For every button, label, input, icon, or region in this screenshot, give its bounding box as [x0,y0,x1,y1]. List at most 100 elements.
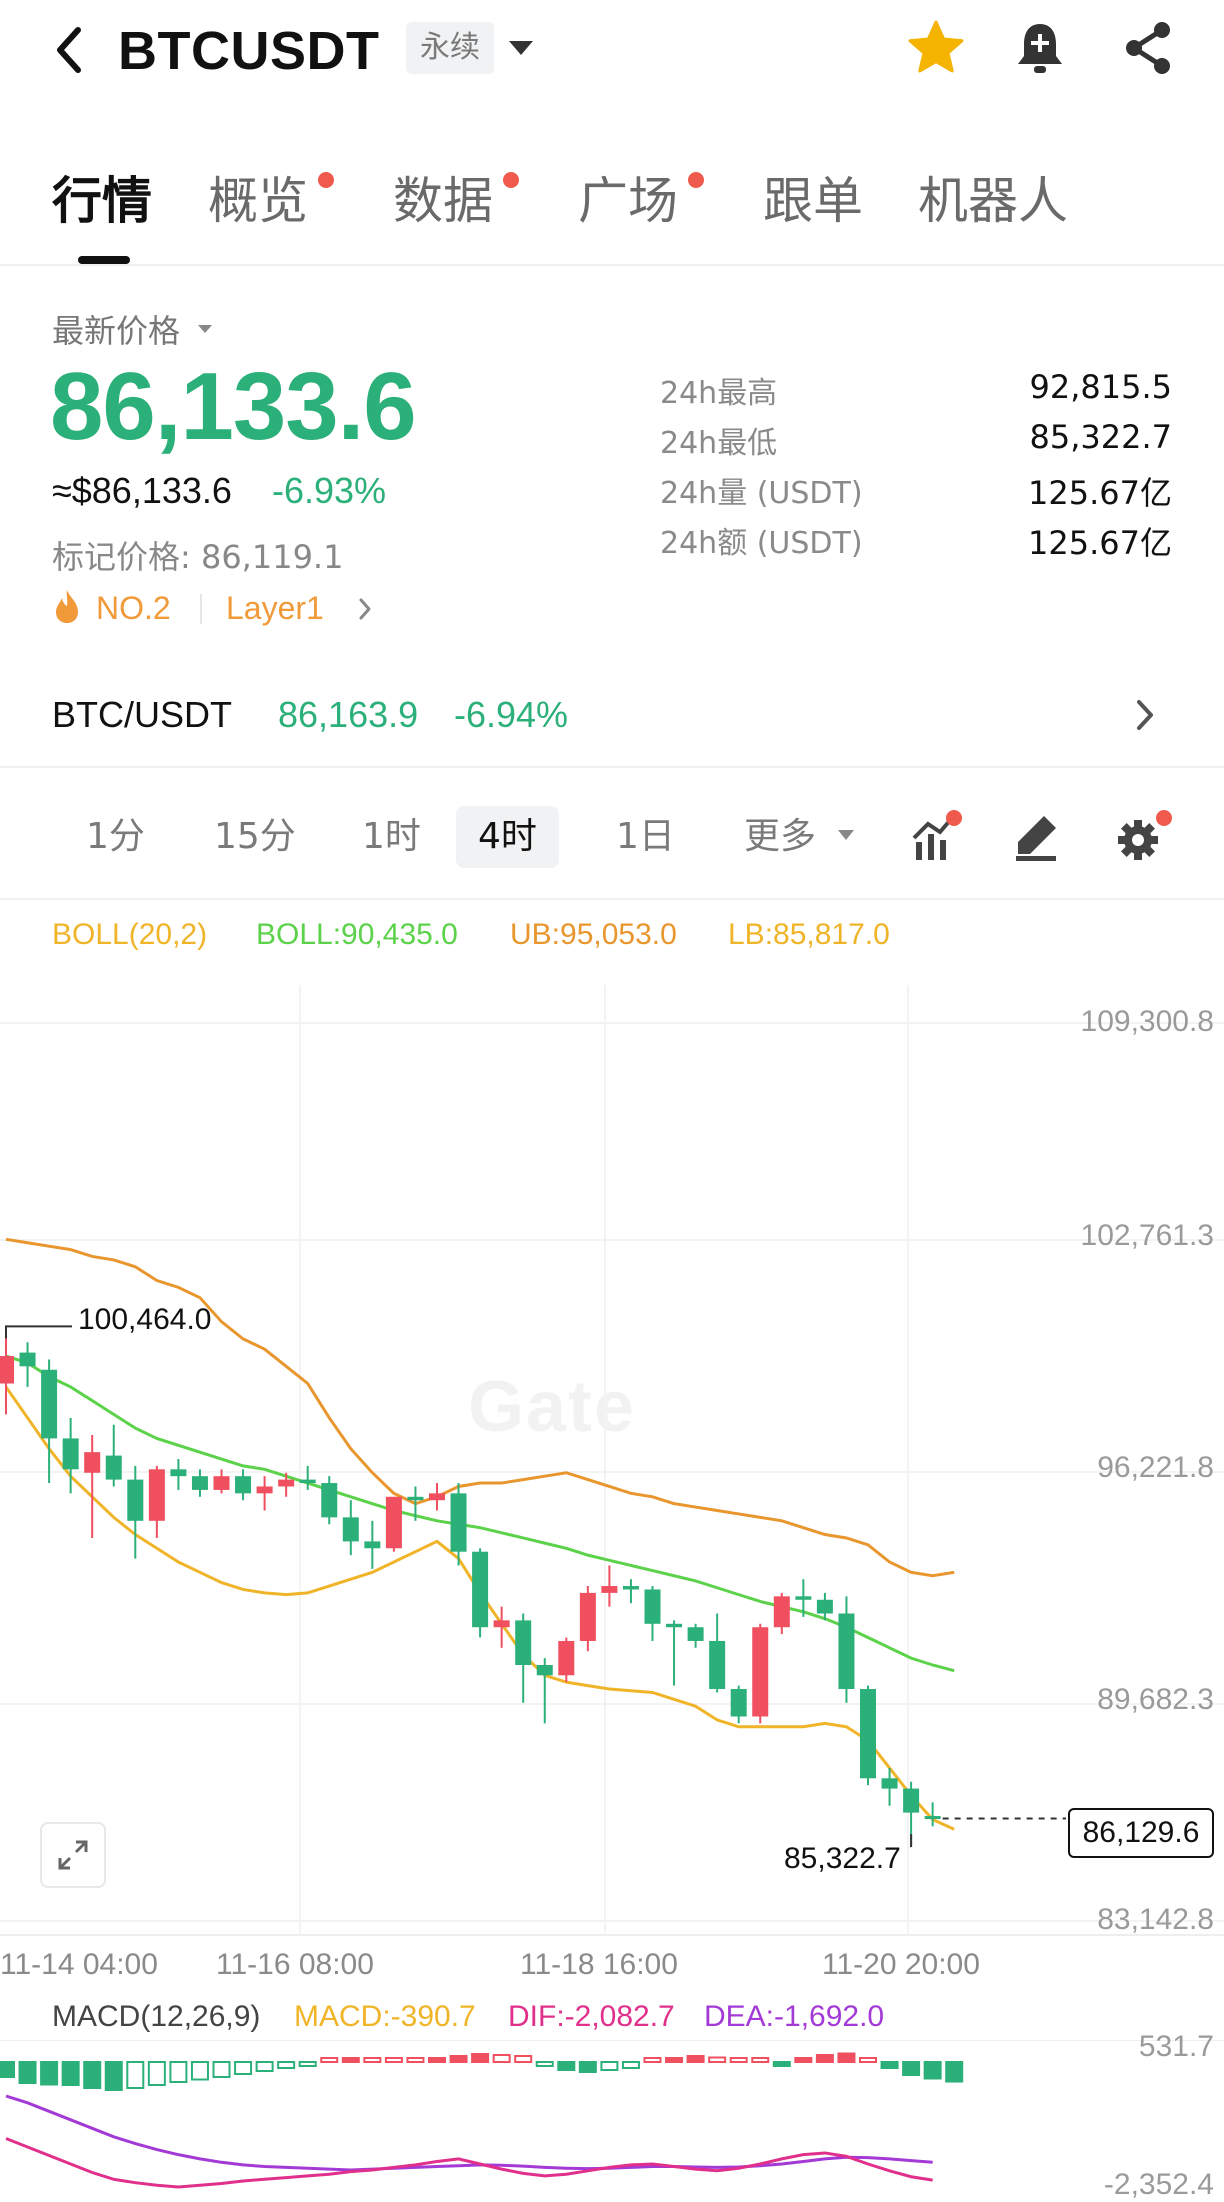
macd-histogram-bar [212,2061,231,2078]
candle-body [773,1596,790,1628]
candle [687,1623,704,1648]
caret-down-icon[interactable] [836,828,856,842]
divider [200,594,202,624]
candle-body [752,1627,769,1717]
candle-body [924,1816,941,1820]
candle-body [278,1479,295,1487]
share-icon[interactable] [1120,18,1176,78]
timeframe-15m[interactable]: 15分 [192,806,318,868]
tab-copy-trading[interactable]: 跟单 [763,166,863,236]
macd-histogram-bar [621,2061,640,2069]
candle-body [687,1627,704,1641]
ranking-badge[interactable]: NO.2 [96,590,171,627]
macd-params[interactable]: MACD(12,26,9) [52,2000,260,2034]
stat-label-24h-low: 24h最低 [660,426,778,461]
chevron-right-icon[interactable] [1134,696,1156,734]
candle-body [299,1479,316,1484]
tab-bots[interactable]: 机器人 [918,166,1068,236]
timeframe-4h[interactable]: 4时 [456,806,559,868]
timeframe-1d[interactable]: 1日 [594,806,697,868]
candle-body [622,1586,639,1590]
candle [773,1592,790,1635]
divider [0,898,1224,900]
symbol-title[interactable]: BTCUSDT [118,16,379,86]
macd-histogram-bar [126,2061,145,2089]
candle-body [170,1469,187,1477]
macd-histogram-bar [859,2057,877,2063]
tab-data-notification-dot [503,172,519,188]
macd-dea-line [5,2094,933,2172]
bell-plus-icon[interactable] [1012,18,1068,78]
high-marker-line [5,1325,72,1339]
macd-histogram-bar [18,2061,37,2084]
timeframe-1m[interactable]: 1分 [64,806,167,868]
price-type-label[interactable]: 最新价格 [52,306,180,352]
macd-histogram-bar [923,2061,942,2080]
candle-body [84,1452,101,1473]
macd-histogram-bar [449,2055,468,2063]
contract-type-badge[interactable]: 永续 [406,22,494,74]
chevron-right-icon[interactable] [356,594,374,624]
macd-dif-value: DIF:-2,082.7 [508,2000,675,2033]
spot-price: 86,163.9 [278,694,419,735]
candle [515,1613,532,1703]
tab-square[interactable]: 广场 [578,166,678,236]
candle-body [795,1596,812,1600]
tab-market[interactable]: 行情 [52,166,152,236]
stat-label-24h-turnover: 24h额 (USDT) [660,526,863,561]
back-icon[interactable] [48,22,96,78]
caret-down-icon[interactable] [196,322,214,334]
candle-body [816,1599,833,1614]
boll-upper-band-line [5,1237,955,1578]
draw-pen-icon[interactable] [1010,810,1062,864]
macd-chart [0,2040,1224,2189]
candle [364,1520,381,1569]
gear-icon[interactable] [1112,808,1174,866]
timeframe-1h[interactable]: 1时 [340,806,443,868]
fullscreen-expand-icon[interactable] [40,1822,106,1888]
low-marker-line [910,1834,913,1848]
macd-y-axis-label: 531.7 [1138,2030,1214,2063]
boll-params[interactable]: BOLL(20,2) [52,918,207,952]
indicator-icon[interactable] [910,808,966,866]
candle-body [838,1613,855,1690]
fire-icon [52,588,82,624]
macd-histogram-bar [104,2061,123,2091]
candle [730,1685,747,1724]
spot-pair[interactable]: BTC/USDT [52,694,232,736]
macd-histogram-bar [880,2061,899,2069]
y-axis-label: 109,300.8 [1080,1005,1214,1038]
candle [536,1658,553,1724]
boll-lb-value: LB:85,817.0 [728,918,890,951]
chevron-down-icon[interactable] [506,38,536,58]
star-icon[interactable] [906,18,966,78]
timeframe-more[interactable]: 更多 [722,806,838,868]
category-tag[interactable]: Layer1 [226,590,324,627]
macd-histogram-bar [578,2061,597,2073]
macd-histogram-bar [729,2057,748,2063]
candle-body [62,1438,79,1470]
candle [579,1586,596,1652]
macd-histogram-bar [945,2061,964,2083]
tab-overview[interactable]: 概览 [208,166,308,236]
candle-body [493,1620,510,1628]
candle-body [364,1541,381,1549]
macd-histogram-bar [147,2061,166,2086]
macd-histogram-bar [169,2061,188,2083]
macd-histogram-bar [492,2054,511,2063]
candle-body [342,1517,359,1542]
x-axis-label: 11-14 04:00 [0,1948,158,1981]
candle-body [191,1476,208,1490]
candlestick-chart[interactable] [0,980,1224,1980]
candle-body [536,1664,553,1676]
candle [256,1476,273,1511]
macd-histogram-bar [902,2061,921,2076]
macd-histogram-bar [772,2061,791,2067]
tab-data[interactable]: 数据 [393,166,493,236]
candle-body [515,1620,532,1665]
mark-price: 标记价格: 86,119.1 [52,538,344,576]
macd-y-axis-label: -2,352.4 [1103,2168,1214,2201]
candle-body [127,1479,144,1521]
candle [148,1465,165,1538]
candle [429,1483,445,1511]
